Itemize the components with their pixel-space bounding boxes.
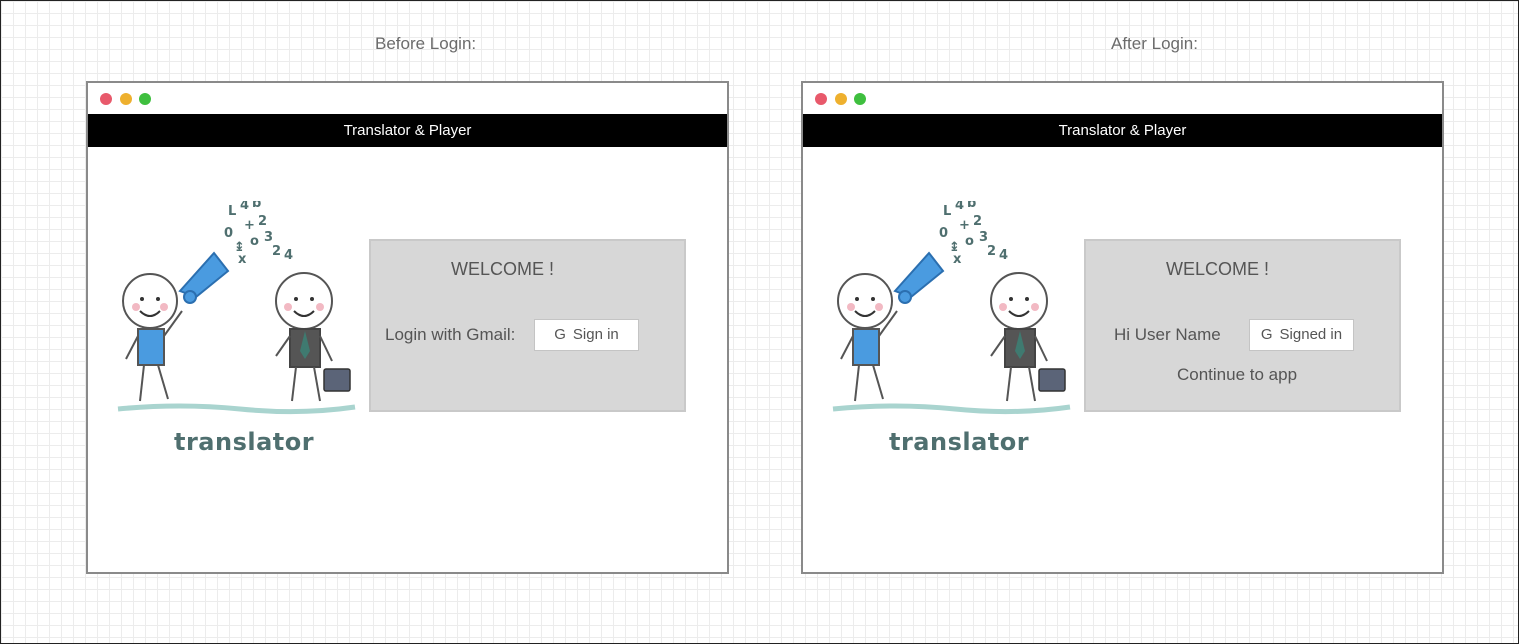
svg-text:2: 2 [258, 214, 267, 229]
svg-text:0: 0 [939, 226, 948, 241]
window-titlebar [88, 83, 727, 114]
signed-in-panel: WELCOME ! Hi User Name G Signed in Contin… [1084, 239, 1401, 412]
continue-to-app-link[interactable]: Continue to app [1177, 365, 1297, 385]
svg-text:2: 2 [987, 244, 996, 259]
translator-illustration: L4b 0+ 2 ↨ o 3 2 4x [832, 201, 1071, 415]
svg-text:4: 4 [284, 248, 293, 263]
sign-in-label: Sign in [572, 326, 619, 343]
svg-text:o: o [965, 234, 974, 249]
translator-brand-text: translator [889, 428, 1030, 456]
window-maximize-dot[interactable] [139, 93, 151, 105]
svg-text:4: 4 [999, 248, 1008, 263]
translator-brand-text: translator [174, 428, 315, 456]
svg-text:3: 3 [979, 230, 988, 245]
svg-text:b: b [967, 201, 976, 211]
app-header-title: Translator & Player [803, 114, 1442, 147]
svg-text:2: 2 [272, 244, 281, 259]
welcome-heading: WELCOME ! [1165, 259, 1269, 279]
window-minimize-dot[interactable] [835, 93, 847, 105]
login-panel: WELCOME ! Login with Gmail: G Sign in [369, 239, 686, 412]
caption-before-login: Before Login: [375, 34, 477, 53]
window-maximize-dot[interactable] [854, 93, 866, 105]
app-header-title: Translator & Player [88, 114, 727, 147]
welcome-heading: WELCOME ! [450, 259, 554, 279]
translator-illustration: L4b 0+ 2 ↨ o 3 2 4x [117, 201, 356, 415]
svg-text:2: 2 [973, 214, 982, 229]
google-sign-in-button[interactable]: G Sign in [534, 319, 639, 351]
svg-text:3: 3 [264, 230, 273, 245]
svg-text:4: 4 [240, 201, 249, 213]
svg-text:+: + [244, 218, 255, 233]
svg-text:0: 0 [224, 226, 233, 241]
svg-text:x: x [953, 252, 962, 267]
svg-text:4: 4 [955, 201, 964, 213]
window-minimize-dot[interactable] [120, 93, 132, 105]
window-before-login: Translator & Player L4b 0 +2 ↨ o 3 24x t… [86, 81, 729, 574]
caption-after-login: After Login: [1111, 34, 1198, 53]
svg-text:L: L [228, 204, 236, 219]
svg-text:b: b [252, 201, 261, 211]
window-close-dot[interactable] [815, 93, 827, 105]
signed-in-label: Signed in [1279, 326, 1343, 343]
svg-text:L: L [943, 204, 951, 219]
svg-text:o: o [250, 234, 259, 249]
window-titlebar [803, 83, 1442, 114]
svg-text:+: + [959, 218, 970, 233]
window-close-dot[interactable] [100, 93, 112, 105]
svg-text:x: x [238, 252, 247, 267]
google-g-icon: G [554, 326, 566, 343]
mockup-canvas: Before Login: After Login: Translator & … [0, 0, 1519, 644]
google-g-icon: G [1260, 326, 1273, 343]
google-signed-in-button[interactable]: G Signed in [1249, 319, 1354, 351]
user-greeting: Hi User Name [1114, 325, 1221, 344]
login-with-gmail-label: Login with Gmail: [385, 325, 516, 344]
window-after-login: Translator & Player L4b 0 +2 ↨ o 3 24x t… [801, 81, 1444, 574]
